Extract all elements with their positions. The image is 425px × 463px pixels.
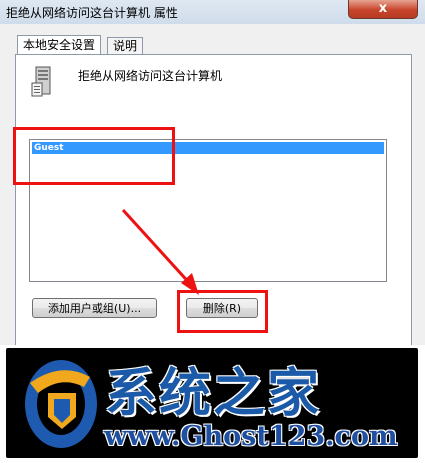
policy-name: 拒绝从网络访问这台计算机	[78, 69, 223, 83]
tab-explain[interactable]: 说明	[107, 37, 144, 55]
brand-logo-icon	[25, 360, 97, 448]
title-bar: 拒绝从网络访问这台计算机 属性 x	[0, 0, 425, 24]
annotation-arrow	[121, 208, 199, 295]
close-icon: x	[378, 1, 388, 16]
watermark-area: 系统之家 www.Ghost123.com	[0, 345, 425, 463]
annotation-box-list	[13, 127, 175, 185]
close-button[interactable]: x	[348, 0, 418, 19]
brand-url: www.Ghost123.com	[104, 421, 398, 452]
brand-name: 系统之家	[105, 364, 322, 424]
server-policy-icon	[31, 66, 51, 97]
tab-label: 本地安全设置	[23, 38, 96, 52]
tab-label: 说明	[113, 39, 138, 53]
window-title: 拒绝从网络访问这台计算机 属性	[6, 6, 178, 20]
tab-local-security-setting[interactable]: 本地安全设置	[17, 35, 102, 55]
add-user-or-group-button[interactable]: 添加用户或组(U)...	[32, 298, 157, 318]
